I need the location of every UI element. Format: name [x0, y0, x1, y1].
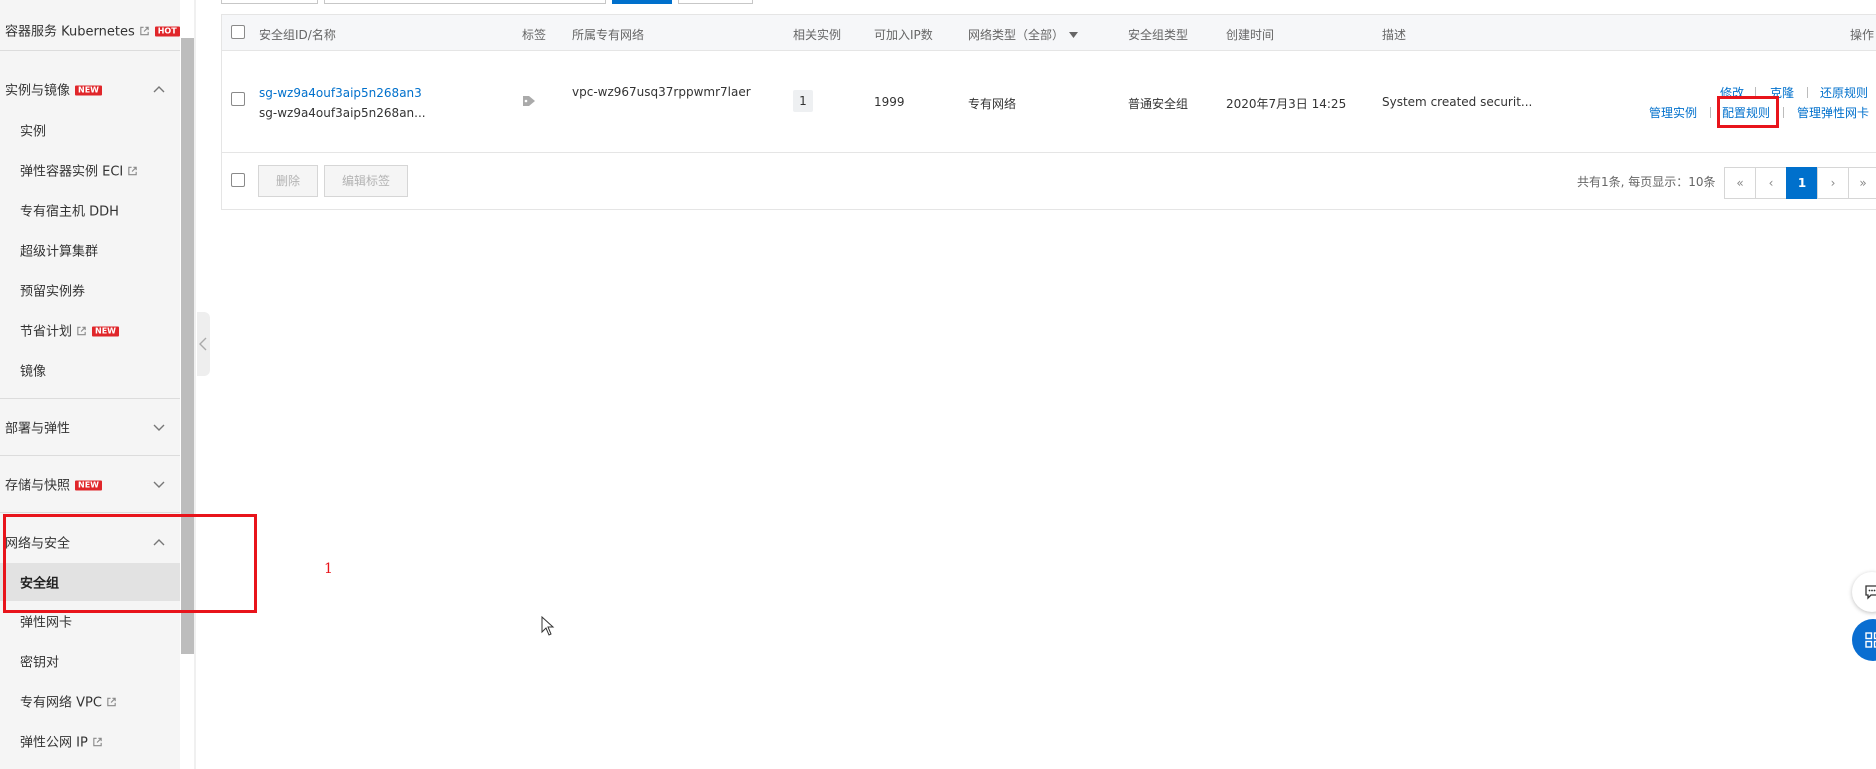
- pagination-summary: 共有1条, 每页显示：10条: [1577, 175, 1716, 189]
- mouse-cursor-icon: [541, 616, 555, 636]
- sidebar-item-instances[interactable]: 实例: [0, 113, 180, 147]
- sidebar-item-eip[interactable]: 弹性公网 IP: [0, 724, 180, 758]
- sidebar-item-kubernetes[interactable]: 容器服务 Kubernetes HOT: [0, 15, 180, 45]
- sidebar-item-label: 实例与镜像: [5, 83, 71, 99]
- instance-count-badge[interactable]: 1: [793, 90, 813, 112]
- chevron-down-icon[interactable]: [152, 420, 166, 434]
- sidebar-item-label: 节省计划: [20, 324, 73, 340]
- column-header-id-name: 安全组ID/名称: [259, 28, 336, 42]
- sidebar-group-deployment[interactable]: 部署与弹性: [0, 410, 180, 444]
- grid-icon: [1865, 632, 1876, 648]
- divider: [1783, 107, 1784, 118]
- description: System created securit...: [1382, 95, 1533, 109]
- created-time: 2020年7月3日 14:25: [1226, 97, 1347, 111]
- external-link-icon: [107, 697, 116, 707]
- apps-float-button[interactable]: [1852, 619, 1876, 661]
- divider: [0, 455, 180, 456]
- step-number-annotation: 1: [324, 561, 333, 577]
- column-header-desc: 描述: [1382, 28, 1407, 42]
- sidebar-item-ddh[interactable]: 专有宿主机 DDH: [0, 193, 180, 227]
- vpc-id: vpc-wz967usq37rppwmr7laer: [572, 85, 751, 99]
- table-row: sg-wz9a4ouf3aip5n268an3 sg-wz9a4ouf3aip5…: [221, 50, 1876, 153]
- column-header-network-type[interactable]: 网络类型（全部）: [968, 26, 1079, 43]
- manage-eni-link[interactable]: 管理弹性网卡: [1797, 104, 1869, 121]
- sidebar-item-label: 专有网络 VPC: [20, 695, 102, 711]
- edit-tags-button[interactable]: 编辑标签: [324, 165, 408, 197]
- caret-down-icon: [1069, 32, 1079, 38]
- column-header-sg-type: 安全组类型: [1128, 28, 1189, 42]
- network-type: 专有网络: [968, 97, 1017, 111]
- column-header-ops: 操作: [1850, 28, 1875, 42]
- security-group-name: sg-wz9a4ouf3aip5n268an...: [259, 106, 426, 120]
- new-badge: NEW: [75, 480, 102, 491]
- table-footer: 共有1条, 每页显示：10条: [221, 153, 1876, 210]
- external-link-icon: [77, 326, 86, 336]
- chat-icon: [1865, 585, 1876, 600]
- pager-last-button[interactable]: »: [1848, 167, 1876, 199]
- divider: [0, 50, 180, 51]
- pager-first-button[interactable]: «: [1724, 167, 1756, 199]
- sidebar-item-key-pairs[interactable]: 密钥对: [0, 644, 180, 678]
- search-input[interactable]: [324, 0, 606, 4]
- new-badge: NEW: [75, 85, 102, 96]
- external-link-icon: [128, 166, 137, 176]
- security-group-type: 普通安全组: [1128, 97, 1189, 111]
- sidebar-item-scc[interactable]: 超级计算集群: [0, 233, 180, 267]
- ip-count: 1999: [874, 95, 905, 109]
- sidebar-item-images[interactable]: 镜像: [0, 353, 180, 387]
- column-header-ip-count: 可加入IP数: [874, 28, 933, 42]
- divider: [1807, 87, 1808, 98]
- column-header-created: 创建时间: [1226, 28, 1275, 42]
- chevron-down-icon[interactable]: [152, 477, 166, 491]
- table-header: 安全组ID/名称 标签 所属专有网络 相关实例 可加入IP数 网络类型（全部） …: [221, 14, 1876, 51]
- sidebar-item-label: 弹性公网 IP: [20, 735, 88, 751]
- sidebar-group-storage[interactable]: 存储与快照 NEW: [0, 467, 180, 501]
- tag-icon[interactable]: [522, 95, 536, 107]
- sidebar-item-label: 存储与快照: [5, 478, 71, 494]
- sidebar-item-label: 弹性容器实例 ECI: [20, 164, 124, 180]
- select-all-checkbox[interactable]: [231, 25, 245, 39]
- sidebar: 容器服务 Kubernetes HOT 实例与镜像 NEW 实例 弹性容器实例 EC…: [0, 0, 180, 769]
- restore-rules-link[interactable]: 还原规则: [1820, 84, 1868, 101]
- toolbar-dropdown[interactable]: [221, 0, 318, 4]
- pager-page-1[interactable]: 1: [1786, 167, 1818, 199]
- security-group-id-link[interactable]: sg-wz9a4ouf3aip5n268an3: [259, 86, 422, 100]
- search-button[interactable]: [612, 0, 672, 4]
- external-link-icon: [140, 26, 149, 36]
- row-checkbox[interactable]: [231, 92, 245, 106]
- sidebar-item-savings-plan[interactable]: 节省计划 NEW: [0, 313, 180, 347]
- sidebar-item-eci[interactable]: 弹性容器实例 ECI: [0, 153, 180, 187]
- sidebar-collapse-handle[interactable]: [197, 312, 210, 376]
- pager-next-button[interactable]: ›: [1817, 167, 1849, 199]
- feedback-float-button[interactable]: [1852, 572, 1876, 612]
- hot-badge: HOT: [154, 26, 180, 37]
- column-header-tags: 标签: [522, 28, 547, 42]
- column-header-vpc: 所属专有网络: [572, 28, 645, 42]
- sidebar-item-vpc[interactable]: 专有网络 VPC: [0, 684, 180, 718]
- delete-button[interactable]: 删除: [258, 165, 318, 197]
- pager-prev-button[interactable]: ‹: [1755, 167, 1787, 199]
- manage-instances-link[interactable]: 管理实例: [1649, 104, 1697, 121]
- toolbar-button[interactable]: [678, 0, 753, 4]
- column-header-instances: 相关实例: [793, 28, 842, 42]
- external-link-icon: [93, 737, 102, 747]
- sidebar-border: [194, 0, 196, 769]
- footer-select-all-checkbox[interactable]: [231, 173, 245, 187]
- highlight-box-sidebar: [3, 514, 257, 613]
- highlight-box-configure-rules: [1717, 96, 1779, 128]
- sidebar-item-reserved-instances[interactable]: 预留实例券: [0, 273, 180, 307]
- sidebar-item-label: 容器服务 Kubernetes: [5, 24, 135, 40]
- chevron-up-icon[interactable]: [152, 82, 166, 96]
- divider: [0, 398, 180, 399]
- new-badge: NEW: [92, 326, 119, 337]
- chevron-left-icon: [199, 337, 207, 351]
- divider: [0, 512, 180, 513]
- sidebar-group-instances-images[interactable]: 实例与镜像 NEW: [0, 72, 180, 106]
- security-group-table: 安全组ID/名称 标签 所属专有网络 相关实例 可加入IP数 网络类型（全部） …: [221, 14, 1876, 210]
- divider: [1710, 107, 1711, 118]
